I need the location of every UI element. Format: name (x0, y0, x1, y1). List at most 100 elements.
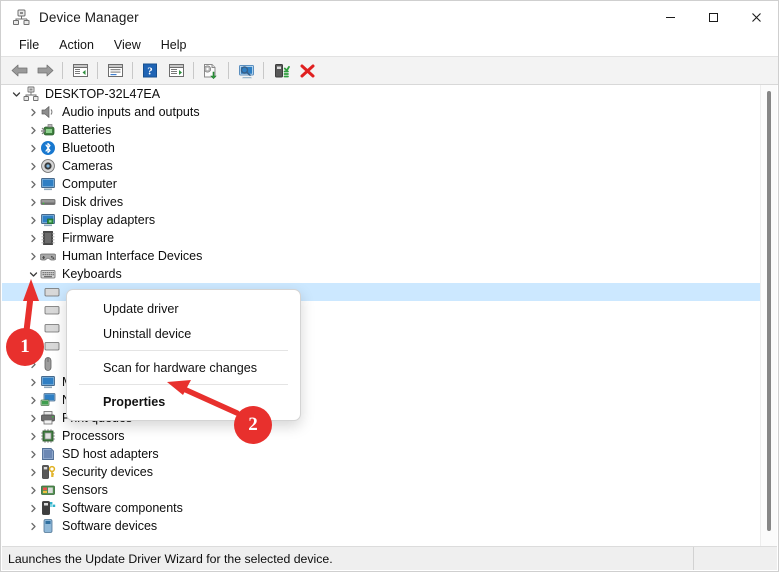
tree-row-keyboards[interactable]: Keyboards (2, 265, 761, 283)
chevron-right-icon[interactable] (27, 445, 40, 463)
tree-row-cameras[interactable]: Cameras (2, 157, 761, 175)
tree-row-software-devices[interactable]: Software devices (2, 517, 761, 535)
close-button[interactable] (735, 1, 778, 33)
context-menu[interactable]: Update driver Uninstall device Scan for … (66, 289, 301, 421)
help-icon[interactable]: ? (137, 59, 163, 82)
show-hide-action-pane-icon[interactable] (163, 59, 189, 82)
tree-row-bluetooth[interactable]: Bluetooth (2, 139, 761, 157)
chevron-right-icon[interactable] (27, 499, 40, 517)
chevron-right-icon[interactable] (27, 175, 40, 193)
context-menu-item-update-driver[interactable]: Update driver (67, 296, 300, 321)
enable-device-icon[interactable] (268, 59, 294, 82)
chevron-right-icon[interactable] (27, 139, 40, 157)
chevron-right-icon[interactable] (27, 373, 40, 391)
vertical-scrollbar[interactable] (760, 85, 777, 546)
annotation-badge-1: 1 (6, 328, 44, 366)
tree-row-batteries[interactable]: Batteries (2, 121, 761, 139)
chevron-right-icon[interactable] (27, 427, 40, 445)
context-menu-separator (79, 350, 288, 351)
tree-row-software-components[interactable]: Software components (2, 499, 761, 517)
toolbar-separator (62, 62, 63, 79)
toolbar-separator (97, 62, 98, 79)
tree-row-computer[interactable]: Computer (2, 175, 761, 193)
tree-label: Display adapters (62, 213, 156, 227)
tree-row-display-adapters[interactable]: Display adapters (2, 211, 761, 229)
chevron-right-icon[interactable] (27, 517, 40, 535)
tree-row-sensors[interactable]: Sensors (2, 481, 761, 499)
toolbar-separator (193, 62, 194, 79)
chevron-right-icon[interactable] (27, 121, 40, 139)
device-manager-icon (12, 8, 30, 26)
display-adapter-icon (40, 212, 56, 228)
tree-row-audio-inputs-and-outputs[interactable]: Audio inputs and outputs (2, 103, 761, 121)
chevron-right-icon[interactable] (27, 463, 40, 481)
maximize-button[interactable] (692, 1, 735, 33)
device-manager-window: Device Manager File Action View Help ? D… (0, 0, 779, 572)
annotation-badge-2: 2 (234, 406, 272, 444)
hid-icon (39, 248, 57, 264)
tree-row-security-devices[interactable]: Security devices (2, 463, 761, 481)
tree-label: Software devices (62, 519, 158, 533)
chevron-down-icon[interactable] (27, 265, 40, 283)
chevron-right-icon[interactable] (27, 409, 40, 427)
context-menu-item-uninstall-device[interactable]: Uninstall device (67, 321, 300, 346)
chevron-right-icon[interactable] (27, 481, 40, 499)
monitor-icon (40, 176, 56, 192)
security-device-icon (40, 464, 56, 480)
chevron-right-icon[interactable] (27, 229, 40, 247)
tree-row-human-interface-devices[interactable]: Human Interface Devices (2, 247, 761, 265)
toolbar-separator (132, 62, 133, 79)
sensor-icon (40, 482, 56, 498)
chevron-right-icon[interactable] (27, 157, 40, 175)
tree-row-firmware[interactable]: Firmware (2, 229, 761, 247)
tree-label: Audio inputs and outputs (62, 105, 200, 119)
monitor-icon (40, 374, 56, 390)
tree-label: Software components (62, 501, 183, 515)
minimize-button[interactable] (649, 1, 692, 33)
bluetooth-icon (40, 140, 56, 156)
forward-arrow-icon[interactable] (32, 59, 58, 82)
back-arrow-icon[interactable] (6, 59, 32, 82)
chevron-right-icon[interactable] (27, 193, 40, 211)
network-adapter-icon (40, 392, 56, 408)
chevron-down-icon[interactable] (10, 85, 23, 103)
battery-icon (40, 122, 56, 138)
speaker-icon (40, 104, 56, 120)
chevron-right-icon[interactable] (27, 247, 40, 265)
printer-icon (40, 410, 56, 426)
menu-file[interactable]: File (9, 36, 49, 54)
tree-label-root: DESKTOP-32L47EA (45, 87, 161, 101)
status-bar-pane-main: Launches the Update Driver Wizard for th… (2, 547, 694, 570)
update-driver-icon[interactable] (198, 59, 224, 82)
status-bar: Launches the Update Driver Wizard for th… (2, 546, 777, 570)
context-menu-item-scan-for-hardware-changes[interactable]: Scan for hardware changes (67, 355, 300, 380)
menu-view[interactable]: View (104, 36, 151, 54)
menu-action[interactable]: Action (49, 36, 104, 54)
show-hide-console-tree-icon[interactable] (67, 59, 93, 82)
chevron-right-icon[interactable] (27, 211, 40, 229)
window-controls (649, 1, 778, 33)
tree-label: Human Interface Devices (62, 249, 203, 263)
keyboard-icon (40, 266, 56, 282)
disk-drive-icon (40, 194, 56, 210)
scrollbar-thumb[interactable] (767, 91, 771, 531)
properties-icon[interactable] (102, 59, 128, 82)
software-component-icon (40, 500, 56, 516)
tree-row-sd-host-adapters[interactable]: SD host adapters (2, 445, 761, 463)
tree-row-processors[interactable]: Processors (2, 427, 761, 445)
chevron-right-icon[interactable] (27, 391, 40, 409)
computer-root-icon (23, 86, 39, 102)
camera-icon (40, 158, 56, 174)
tree-label: Processors (62, 429, 125, 443)
processor-icon (40, 428, 56, 444)
chevron-right-icon[interactable] (27, 103, 40, 121)
mouse-icon (40, 356, 56, 372)
tree-label: Cameras (62, 159, 113, 173)
menu-help[interactable]: Help (151, 36, 197, 54)
toolbar-separator (228, 62, 229, 79)
tree-label: Batteries (62, 123, 112, 137)
tree-row-root[interactable]: DESKTOP-32L47EA (2, 85, 761, 103)
scan-hardware-changes-icon[interactable] (233, 59, 259, 82)
uninstall-device-icon[interactable] (294, 59, 320, 82)
tree-row-disk-drives[interactable]: Disk drives (2, 193, 761, 211)
